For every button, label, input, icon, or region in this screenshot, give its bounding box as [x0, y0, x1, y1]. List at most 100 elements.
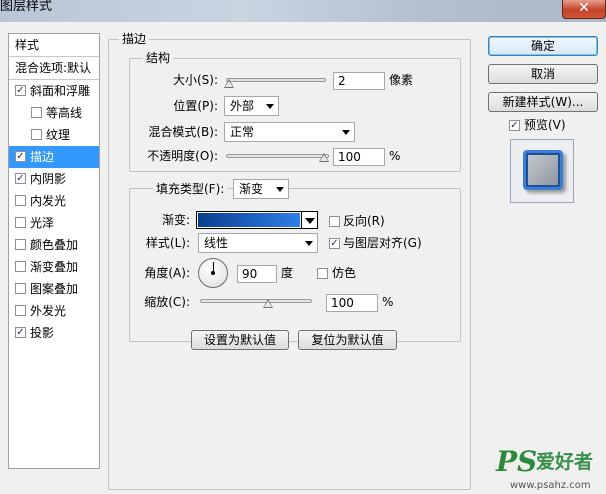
- close-button[interactable]: ✕: [562, 0, 606, 19]
- style-item-label: 图案叠加: [30, 282, 79, 296]
- chevron-down-icon: [276, 187, 284, 192]
- fill-type-select[interactable]: 渐变: [233, 179, 289, 199]
- make-default-button[interactable]: 设置为默认值: [191, 330, 289, 350]
- stroke-legend: 描边: [119, 32, 150, 46]
- style-item-checkbox[interactable]: [15, 283, 26, 294]
- reverse-label: 反向(R): [343, 214, 385, 228]
- size-unit: 像素: [389, 73, 414, 87]
- watermark-url: www.psahz.com: [510, 480, 591, 491]
- style-item[interactable]: ✓ 描边: [9, 146, 99, 168]
- style-item[interactable]: 外发光: [9, 300, 99, 322]
- scale-input[interactable]: 100: [326, 294, 378, 312]
- size-slider[interactable]: [226, 78, 326, 82]
- style-item[interactable]: ✓ 内阴影: [9, 168, 99, 190]
- style-item-checkbox[interactable]: ✓: [15, 151, 26, 162]
- align-with-layer-label: 与图层对齐(G): [343, 236, 422, 250]
- angle-input[interactable]: 90: [237, 265, 277, 283]
- fill-type-value: 渐变: [239, 182, 264, 196]
- align-with-layer-checkbox[interactable]: ✓: [329, 238, 340, 249]
- title-bar: 图层样式 ✕: [0, 0, 606, 22]
- angle-unit: 度: [281, 266, 294, 280]
- style-item-checkbox[interactable]: [15, 305, 26, 316]
- gradient-style-select[interactable]: 线性: [198, 233, 318, 253]
- style-list-header-label: 样式: [15, 38, 40, 52]
- opacity-label: 不透明度(O):: [147, 149, 218, 163]
- style-item-label: 斜面和浮雕: [30, 84, 91, 98]
- gradient-style-label: 样式(L):: [145, 236, 190, 250]
- watermark-ps: PS: [496, 445, 538, 478]
- size-label: 大小(S):: [172, 73, 218, 87]
- style-item[interactable]: 内发光: [9, 190, 99, 212]
- opacity-input[interactable]: 100: [333, 148, 385, 166]
- close-icon: ✕: [578, 0, 590, 16]
- blend-options-item[interactable]: 混合选项:默认: [9, 57, 99, 80]
- ok-button[interactable]: 确定: [488, 36, 598, 56]
- new-style-button[interactable]: 新建样式(W)...: [488, 92, 598, 112]
- blend-options-label: 混合选项:默认: [15, 61, 92, 75]
- cancel-button[interactable]: 取消: [488, 64, 598, 84]
- structure-legend: 结构: [143, 51, 174, 65]
- chevron-down-icon: [305, 241, 313, 246]
- blend-mode-label: 混合模式(B):: [148, 125, 218, 139]
- preview-swatch: [523, 150, 563, 190]
- style-item-checkbox[interactable]: [15, 217, 26, 228]
- position-select[interactable]: 外部: [224, 96, 279, 116]
- fill-type-label: 填充类型(F):: [153, 179, 228, 199]
- style-item-checkbox[interactable]: [31, 107, 42, 118]
- dialog-client: 样式 混合选项:默认 ✓ 斜面和浮雕 等高线 纹理 ✓ 描边 ✓ 内阴影 内发光 光泽 颜色叠加 渐变…: [0, 22, 606, 494]
- style-list: 样式 混合选项:默认 ✓ 斜面和浮雕等高线纹理 ✓ 描边 ✓ 内阴影内发光光泽颜色叠加渐变…: [8, 33, 100, 469]
- preview-label: 预览(V): [524, 118, 566, 132]
- style-item[interactable]: 图案叠加: [9, 278, 99, 300]
- watermark-cn: 爱好者: [536, 451, 594, 473]
- style-item-checkbox[interactable]: [15, 261, 26, 272]
- preview-checkbox[interactable]: ✓: [509, 120, 520, 131]
- style-item[interactable]: 颜色叠加: [9, 234, 99, 256]
- reset-default-button[interactable]: 复位为默认值: [298, 330, 397, 350]
- style-item[interactable]: ✓ 投影: [9, 322, 99, 344]
- style-item-label: 内发光: [30, 194, 67, 208]
- reverse-checkbox[interactable]: [329, 216, 340, 227]
- scale-slider-thumb[interactable]: [263, 299, 273, 308]
- style-item-label: 描边: [30, 150, 55, 164]
- style-item[interactable]: 光泽: [9, 212, 99, 234]
- style-item-label: 光泽: [30, 216, 55, 230]
- size-input[interactable]: 2: [333, 72, 385, 90]
- style-item-label: 颜色叠加: [30, 238, 79, 252]
- style-item-label: 渐变叠加: [30, 260, 79, 274]
- chevron-down-icon: [342, 130, 350, 135]
- style-item-label: 外发光: [30, 304, 67, 318]
- scale-unit: %: [382, 295, 394, 309]
- style-item-checkbox[interactable]: [15, 239, 26, 250]
- style-list-header: 样式: [9, 34, 99, 57]
- style-item-checkbox[interactable]: [31, 129, 42, 140]
- opacity-slider-thumb[interactable]: [319, 153, 329, 162]
- angle-dial[interactable]: [198, 258, 228, 288]
- style-item-checkbox[interactable]: [15, 195, 26, 206]
- dither-checkbox[interactable]: [317, 268, 328, 279]
- gradient-style-value: 线性: [204, 236, 229, 250]
- style-item[interactable]: 纹理: [9, 124, 99, 146]
- style-preview-thumbnail: [510, 139, 574, 203]
- style-item-checkbox[interactable]: ✓: [15, 85, 26, 96]
- gradient-dropdown-arrow[interactable]: [302, 211, 318, 229]
- chevron-down-icon: [266, 104, 274, 109]
- size-slider-thumb[interactable]: [224, 79, 234, 88]
- window-title: 图层样式: [0, 0, 53, 14]
- style-item[interactable]: 渐变叠加: [9, 256, 99, 278]
- style-item-label: 投影: [30, 326, 55, 340]
- style-item[interactable]: ✓ 斜面和浮雕: [9, 80, 99, 102]
- gradient-swatch: [198, 213, 300, 227]
- scale-label: 缩放(C):: [144, 295, 190, 309]
- opacity-slider[interactable]: [226, 154, 329, 158]
- position-label: 位置(P):: [173, 99, 218, 113]
- style-item[interactable]: 等高线: [9, 102, 99, 124]
- style-item-checkbox[interactable]: ✓: [15, 327, 26, 338]
- scale-slider[interactable]: [200, 299, 312, 303]
- position-value: 外部: [230, 99, 255, 113]
- blend-mode-select[interactable]: 正常: [224, 122, 355, 142]
- style-item-label: 等高线: [46, 106, 83, 120]
- style-item-checkbox[interactable]: ✓: [15, 173, 26, 184]
- blend-mode-value: 正常: [230, 125, 255, 139]
- watermark: PS 爱好者 www.psahz.com: [496, 446, 602, 492]
- gradient-picker[interactable]: [196, 211, 302, 229]
